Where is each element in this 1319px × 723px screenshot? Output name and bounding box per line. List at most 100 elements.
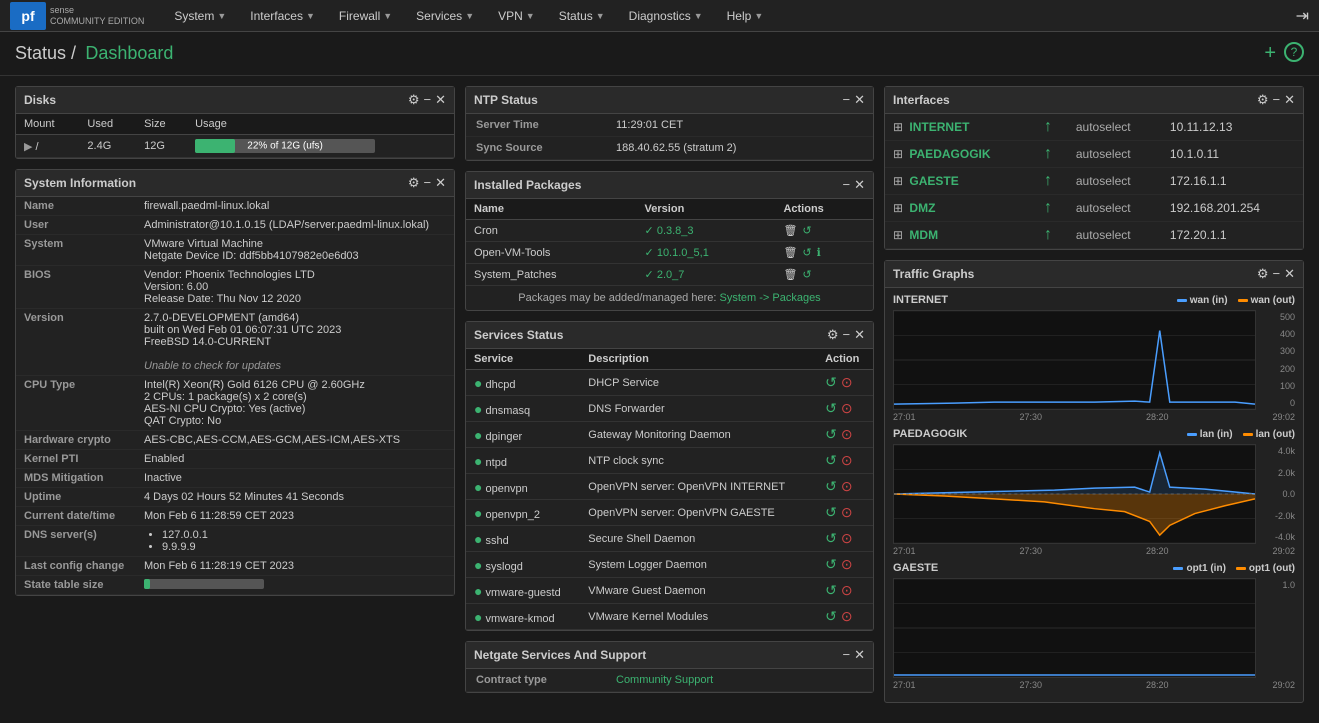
service-restart-icon[interactable]: ↺ (825, 556, 837, 573)
disks-widget: Disks ⚙ − ✕ Mount Used Size Usage (15, 86, 455, 159)
table-row: SystemVMware Virtual MachineNetgate Devi… (16, 235, 454, 266)
services-settings-icon[interactable]: ⚙ (827, 327, 839, 343)
iface-close-icon[interactable]: ✕ (1284, 92, 1295, 108)
services-minimize-icon[interactable]: − (843, 327, 851, 343)
services-title: Services Status (474, 328, 563, 342)
col-left: Disks ⚙ − ✕ Mount Used Size Usage (15, 86, 455, 713)
service-restart-icon[interactable]: ↺ (825, 478, 837, 495)
graph-line-in (894, 331, 1255, 405)
service-stop-icon[interactable]: ⊙ (841, 608, 853, 625)
traffic-minimize-icon[interactable]: − (1273, 266, 1281, 282)
nav-interfaces[interactable]: Interfaces▼ (240, 5, 325, 27)
packages-close-icon[interactable]: ✕ (854, 177, 865, 193)
time-axis-labels: 27:0127:3028:2029:02 (893, 412, 1295, 422)
services-controls: ⚙ − ✕ (827, 327, 865, 343)
disks-close-icon[interactable]: ✕ (435, 92, 446, 108)
packages-link[interactable]: System -> Packages (720, 292, 821, 304)
nav-services[interactable]: Services▼ (406, 5, 484, 27)
ntp-close-icon[interactable]: ✕ (854, 92, 865, 108)
iface-name[interactable]: GAESTE (909, 174, 958, 188)
service-stop-icon[interactable]: ⊙ (841, 374, 853, 391)
service-stop-icon[interactable]: ⊙ (841, 400, 853, 417)
pkg-info-icon[interactable]: ℹ (817, 246, 821, 259)
iface-name[interactable]: DMZ (909, 201, 935, 215)
pkg-delete-icon[interactable]: 🗑 (783, 246, 797, 259)
services-close-icon[interactable]: ✕ (854, 327, 865, 343)
services-widget: Services Status ⚙ − ✕ Service Descriptio… (465, 321, 874, 631)
iface-settings-icon[interactable]: ⚙ (1257, 92, 1269, 108)
pkg-delete-icon[interactable]: 🗑 (783, 224, 797, 237)
iface-minimize-icon[interactable]: − (1273, 92, 1281, 108)
add-widget-button[interactable]: + (1264, 42, 1276, 65)
graph-area (893, 578, 1256, 678)
disks-col-size: Size (136, 114, 187, 135)
traffic-settings-icon[interactable]: ⚙ (1257, 266, 1269, 282)
pkg-reinstall-icon[interactable]: ↺ (802, 224, 811, 237)
service-restart-icon[interactable]: ↺ (825, 400, 837, 417)
disks-title: Disks (24, 93, 56, 107)
legend-out-dot (1243, 433, 1253, 436)
nav-system[interactable]: System▼ (164, 5, 236, 27)
service-stop-icon[interactable]: ⊙ (841, 530, 853, 547)
legend-out-dot (1236, 567, 1246, 570)
sysinfo-minimize-icon[interactable]: − (424, 175, 432, 191)
iface-network-icon: ⊞ (893, 228, 903, 242)
nav-vpn[interactable]: VPN▼ (488, 5, 545, 27)
pkg-col-actions: Actions (775, 199, 873, 220)
service-restart-icon[interactable]: ↺ (825, 608, 837, 625)
service-restart-icon[interactable]: ↺ (825, 504, 837, 521)
nav-firewall[interactable]: Firewall▼ (329, 5, 402, 27)
ntp-controls: − ✕ (843, 92, 866, 108)
pkg-delete-icon[interactable]: 🗑 (783, 268, 797, 281)
brand-tagline: senseCOMMUNITY EDITION (50, 5, 144, 27)
netgate-close-icon[interactable]: ✕ (854, 647, 865, 663)
service-restart-icon[interactable]: ↺ (825, 530, 837, 547)
packages-minimize-icon[interactable]: − (843, 177, 851, 193)
netgate-minimize-icon[interactable]: − (843, 647, 851, 663)
service-stop-icon[interactable]: ⊙ (841, 426, 853, 443)
traffic-graphs-controls: ⚙ − ✕ (1257, 266, 1295, 282)
nav-diagnostics[interactable]: Diagnostics▼ (619, 5, 713, 27)
contract-link[interactable]: Community Support (616, 674, 713, 686)
service-restart-icon[interactable]: ↺ (825, 452, 837, 469)
disks-settings-icon[interactable]: ⚙ (408, 92, 420, 108)
iface-name[interactable]: MDM (909, 228, 938, 242)
services-header: Services Status ⚙ − ✕ (466, 322, 873, 349)
iface-name[interactable]: INTERNET (909, 120, 969, 134)
pkg-reinstall-icon[interactable]: ↺ (802, 246, 811, 259)
interfaces-widget: Interfaces ⚙ − ✕ ⊞ INTERNET ↑ autoselect… (884, 86, 1304, 250)
graph-name: INTERNET (893, 294, 948, 306)
service-status-icon: ● (474, 375, 482, 391)
sysinfo-close-icon[interactable]: ✕ (435, 175, 446, 191)
pkg-reinstall-icon[interactable]: ↺ (802, 268, 811, 281)
ntp-minimize-icon[interactable]: − (843, 92, 851, 108)
service-stop-icon[interactable]: ⊙ (841, 556, 853, 573)
service-restart-icon[interactable]: ↺ (825, 426, 837, 443)
traffic-graphs-header: Traffic Graphs ⚙ − ✕ (885, 261, 1303, 288)
graph-name: GAESTE (893, 562, 938, 574)
service-stop-icon[interactable]: ⊙ (841, 504, 853, 521)
col-right: Interfaces ⚙ − ✕ ⊞ INTERNET ↑ autoselect… (884, 86, 1304, 713)
table-row: ⊞ INTERNET ↑ autoselect 10.11.12.13 (885, 114, 1303, 141)
traffic-close-icon[interactable]: ✕ (1284, 266, 1295, 282)
packages-table: Name Version Actions Cron ✓ 0.3.8_3 🗑↺ O… (466, 199, 873, 286)
service-restart-icon[interactable]: ↺ (825, 582, 837, 599)
sysinfo-settings-icon[interactable]: ⚙ (408, 175, 420, 191)
disks-minimize-icon[interactable]: − (424, 92, 432, 108)
table-row: UserAdministrator@10.1.0.15 (LDAP/server… (16, 216, 454, 235)
ntp-title: NTP Status (474, 93, 538, 107)
service-restart-icon[interactable]: ↺ (825, 374, 837, 391)
nav-help[interactable]: Help▼ (717, 5, 774, 27)
table-row: ● vmware-guestd VMware Guest Daemon ↺ ⊙ (466, 578, 873, 604)
service-stop-icon[interactable]: ⊙ (841, 582, 853, 599)
iface-name[interactable]: PAEDAGOGIK (909, 147, 990, 161)
service-stop-icon[interactable]: ⊙ (841, 478, 853, 495)
help-icon[interactable]: ? (1284, 42, 1304, 62)
y-axis-labels: 1.0 (1260, 578, 1295, 678)
iface-network-icon: ⊞ (893, 201, 903, 215)
service-stop-icon[interactable]: ⊙ (841, 452, 853, 469)
legend-out-label: lan (out) (1256, 429, 1295, 440)
logout-button[interactable]: ⇥ (1296, 6, 1309, 26)
expand-icon[interactable]: ▶ (24, 141, 32, 153)
nav-status[interactable]: Status▼ (549, 5, 615, 27)
